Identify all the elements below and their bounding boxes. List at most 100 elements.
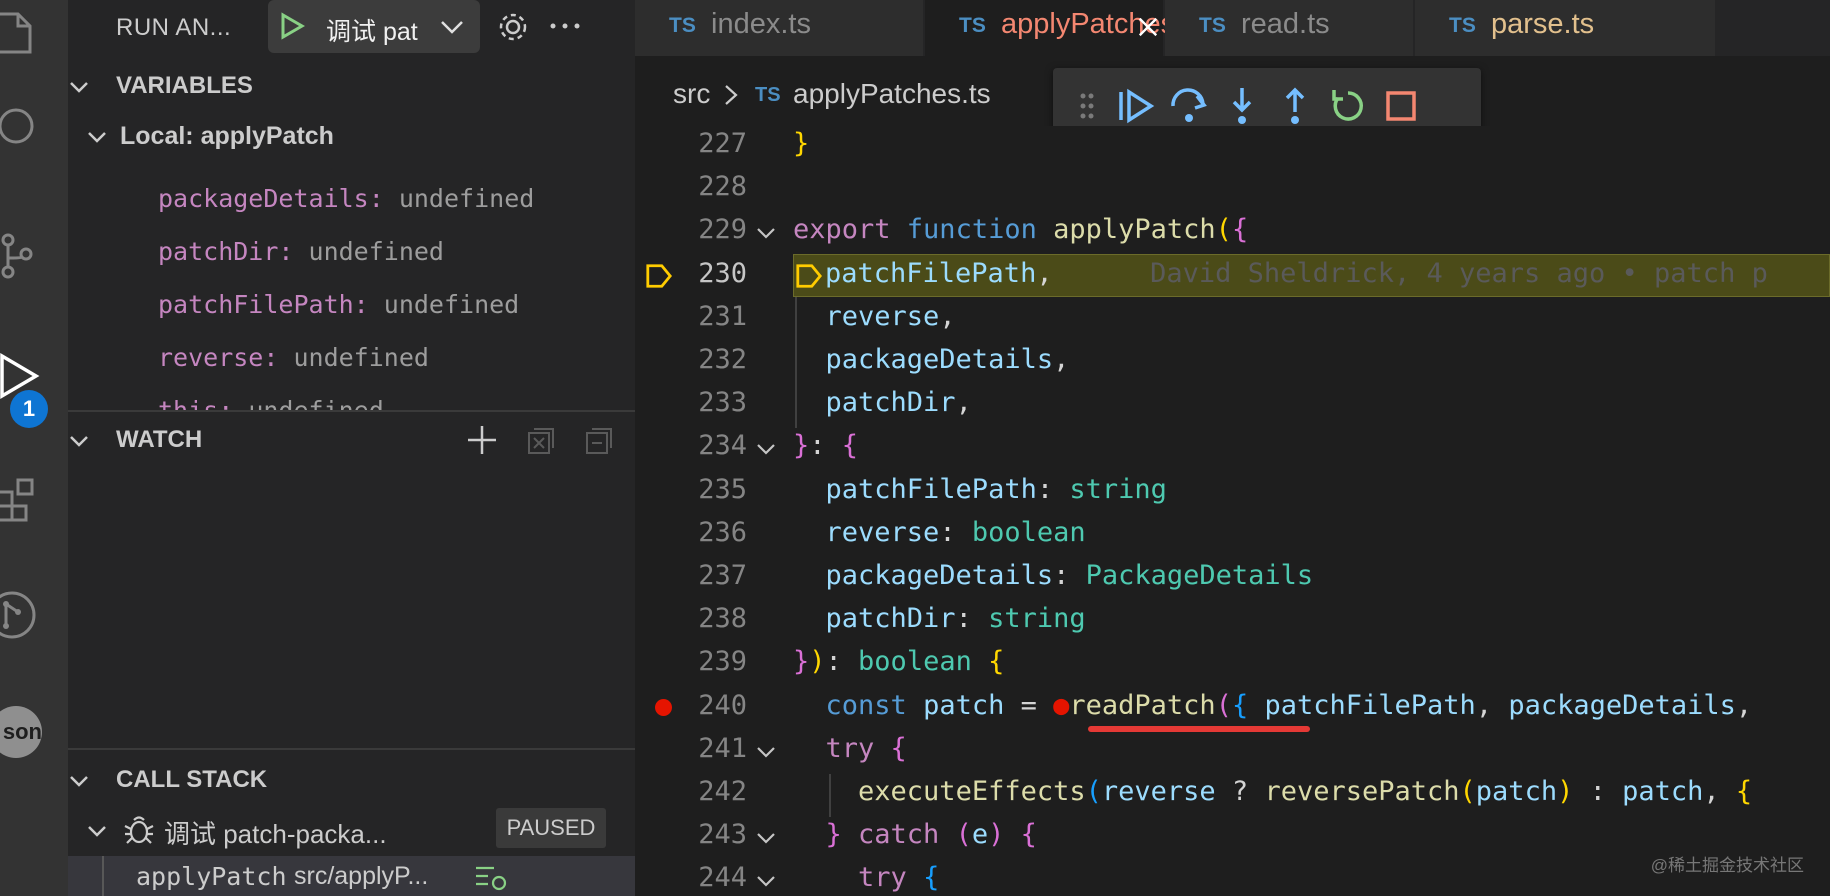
tab-label: parse.ts: [1491, 8, 1595, 40]
source-control-icon[interactable]: [0, 230, 50, 280]
annotation-underline: [1088, 725, 1310, 732]
step-over-icon[interactable]: [1167, 84, 1211, 128]
line-number: 232: [698, 344, 747, 375]
variables-list: packageDetails: undefined patchDir: undef…: [68, 0, 635, 412]
breadcrumb-folder[interactable]: src: [673, 78, 710, 110]
code-token: :: [825, 646, 859, 678]
watch-header[interactable]: WATCH: [68, 420, 635, 460]
collapse-all-icon[interactable]: [526, 426, 556, 456]
code-text: reverse: boolean: [793, 517, 1086, 548]
inline-breakpoint-icon[interactable]: ●: [1053, 690, 1069, 721]
line-number: 243: [698, 819, 747, 851]
code-line[interactable]: 239 }): boolean {: [635, 642, 1830, 685]
code-text: }): boolean {: [793, 646, 1004, 677]
code-text: try {: [793, 733, 907, 764]
line-number: 238: [698, 603, 747, 635]
line-number: 240: [698, 689, 747, 721]
code-line[interactable]: 232 packageDetails,: [635, 340, 1830, 383]
remove-all-icon[interactable]: [584, 426, 614, 456]
code-token: ?: [1215, 776, 1265, 807]
code-token: {: [841, 430, 859, 462]
code-line[interactable]: 241 try {: [635, 729, 1830, 772]
line-number: 233: [698, 387, 747, 419]
code-token: ,: [1475, 689, 1509, 721]
divider: [68, 748, 635, 750]
variable-row[interactable]: packageDetails: undefined: [158, 184, 534, 213]
git-graph-icon[interactable]: [0, 590, 50, 640]
code-line[interactable]: 237 packageDetails: PackageDetails: [635, 556, 1830, 599]
code-token: const: [825, 689, 924, 721]
inline-stop-arrow-icon: [796, 263, 823, 288]
code-token: reverse: [793, 516, 940, 548]
line-number: 239: [698, 646, 747, 678]
fold-chevron-icon[interactable]: [755, 870, 777, 892]
fold-chevron-icon[interactable]: [755, 438, 777, 460]
code-text: patchFilePath: string: [793, 474, 1167, 505]
tab-parse-ts[interactable]: TS parse.ts: [1415, 0, 1715, 56]
code-line[interactable]: 228: [635, 167, 1830, 210]
continue-icon[interactable]: [1115, 84, 1159, 128]
tree-guide: [102, 856, 104, 896]
code-text: patchDir: string: [793, 603, 1086, 634]
extensions-icon[interactable]: [0, 472, 50, 522]
code-token: {: [1231, 689, 1265, 721]
code-line[interactable]: 235 patchFilePath: string: [635, 470, 1830, 513]
fold-chevron-icon[interactable]: [755, 827, 777, 849]
tab-index-ts[interactable]: TS index.ts: [635, 0, 923, 56]
breadcrumb-file[interactable]: applyPatches.ts: [793, 78, 991, 110]
code-line[interactable]: 236 reverse: boolean: [635, 513, 1830, 556]
stop-icon[interactable]: [1379, 84, 1423, 128]
bug-icon: [124, 816, 154, 844]
variable-name: patchDir:: [158, 237, 294, 266]
fold-chevron-icon[interactable]: [755, 741, 777, 763]
search-icon[interactable]: [0, 104, 50, 154]
drag-handle-icon[interactable]: [1065, 84, 1109, 128]
code-line[interactable]: 231 reverse,: [635, 297, 1830, 340]
close-icon[interactable]: [1137, 16, 1159, 38]
code-token: reverse: [1101, 776, 1216, 807]
code-line[interactable]: 242 executeEffects(reverse ? reversePatc…: [635, 772, 1830, 815]
tab-read-ts[interactable]: TS read.ts: [1165, 0, 1413, 56]
call-stack-header[interactable]: CALL STACK: [68, 760, 635, 800]
files-icon[interactable]: [0, 8, 50, 58]
code-line[interactable]: 230 patchFilePath, David Sheldrick, 4 yea…: [635, 253, 1830, 297]
code-line[interactable]: 233 patchDir,: [635, 383, 1830, 426]
code-line[interactable]: 227}: [635, 126, 1830, 167]
divider: [68, 410, 635, 412]
variable-row[interactable]: patchFilePath: undefined: [158, 290, 519, 319]
code-token: boolean: [971, 516, 1086, 548]
code-token: {: [923, 862, 940, 894]
variable-value: undefined: [383, 184, 535, 213]
code-token: {: [1735, 776, 1753, 807]
breakpoint-icon[interactable]: [655, 698, 672, 716]
code-line[interactable]: 238 patchDir: string: [635, 599, 1830, 642]
code-line[interactable]: 234}: {: [635, 426, 1830, 469]
variable-row[interactable]: patchDir: undefined: [158, 237, 444, 266]
stack-frame-row[interactable]: applyPatch src/applyP...: [68, 856, 635, 896]
add-expression-icon[interactable]: [466, 424, 498, 456]
code-token: string: [1069, 473, 1167, 505]
restart-frame-icon[interactable]: [474, 862, 508, 892]
code-editor[interactable]: 227} 228 229 export function applyPatch({23…: [635, 126, 1830, 896]
code-token: applyPatch: [1053, 214, 1216, 246]
tab-applyPatches-ts[interactable]: TS applyPatches.ts 1: [925, 0, 1230, 56]
code-token: patch: [1475, 776, 1558, 807]
code-token: ,: [939, 300, 956, 332]
debug-sidebar: RUN AN... 调试 pat VARIABLES Local: applyP…: [68, 0, 635, 896]
code-token: :: [1573, 776, 1623, 807]
code-token: reverse: [793, 300, 940, 332]
line-number: 228: [698, 171, 747, 203]
variable-row[interactable]: reverse: undefined: [158, 343, 429, 372]
fold-chevron-icon[interactable]: [755, 222, 777, 244]
code-line[interactable]: 240 const patch = ●readPatch({ patchFile…: [635, 686, 1830, 729]
step-out-icon[interactable]: [1273, 84, 1317, 128]
restart-icon[interactable]: [1326, 84, 1370, 128]
debug-badge: 1: [10, 390, 48, 428]
call-stack-title: CALL STACK: [116, 766, 268, 793]
code-line[interactable]: 229 export function applyPatch({: [635, 210, 1830, 253]
step-into-icon[interactable]: [1220, 84, 1264, 128]
account-icon[interactable]: son: [0, 706, 42, 758]
ts-file-icon: TS: [1199, 14, 1226, 37]
variable-name: reverse:: [158, 343, 279, 372]
